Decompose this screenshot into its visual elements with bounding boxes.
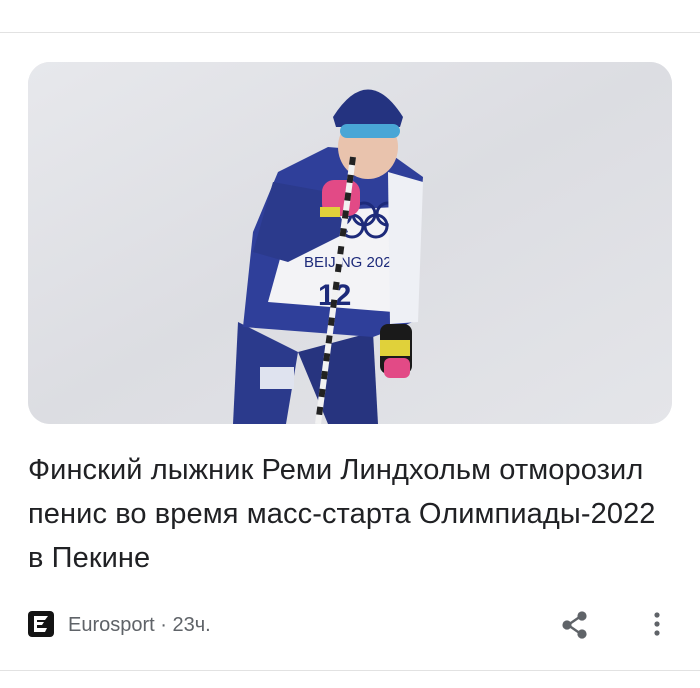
published-time: 23ч. <box>172 614 211 636</box>
article-image[interactable]: BEIJING 2022 12 <box>28 62 672 424</box>
article-headline[interactable]: Финский лыжник Реми Линдхольм отморозил … <box>28 448 678 580</box>
top-divider <box>0 32 700 33</box>
more-options-button[interactable] <box>644 608 670 642</box>
article-meta-row: Eurosport · 23ч. <box>28 608 672 642</box>
source-name: Eurosport <box>68 614 155 636</box>
source-label: Eurosport · 23ч. <box>68 614 211 637</box>
eurosport-logo-icon <box>28 611 54 637</box>
share-button[interactable] <box>558 608 592 642</box>
meta-separator: · <box>154 614 173 636</box>
more-vertical-icon <box>654 612 660 636</box>
bottom-divider <box>0 670 700 671</box>
share-icon <box>562 611 587 639</box>
svg-text:BEIJING 2022: BEIJING 2022 <box>304 254 400 271</box>
